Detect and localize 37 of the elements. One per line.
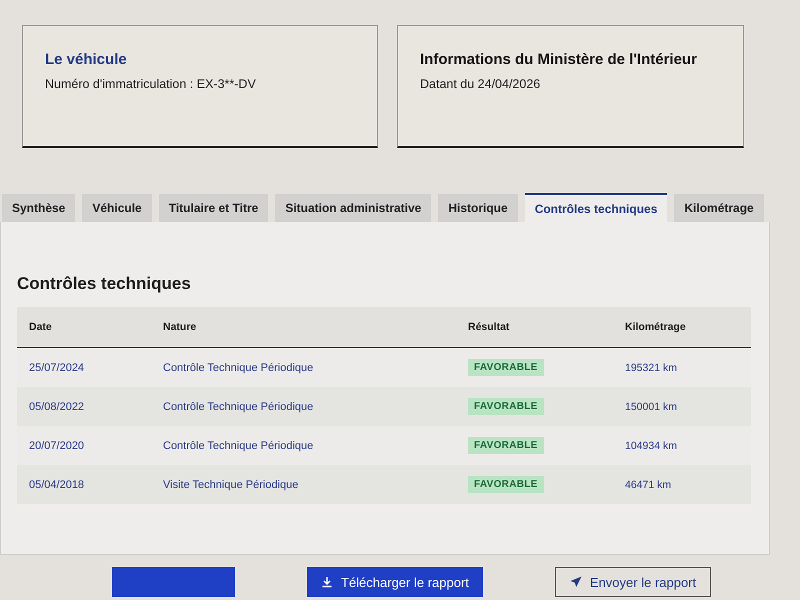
tab[interactable]: Contrôles techniques xyxy=(524,193,668,222)
tab[interactable]: Situation administrative xyxy=(275,194,432,222)
card-text: Numéro d'immatriculation : EX-3**-DV xyxy=(45,77,257,91)
tab[interactable]: Historique xyxy=(438,194,518,222)
card-title: Le véhicule xyxy=(45,51,128,68)
column-header: Kilométrage xyxy=(624,321,687,333)
nature-cell-text: Contrôle Technique Périodique xyxy=(162,362,314,374)
paper-plane-icon xyxy=(570,576,582,588)
column-header: Résultat xyxy=(467,321,510,333)
result-badge: FAVORABLE xyxy=(468,437,544,454)
card-title: Informations du Ministère de l'Intérieur xyxy=(420,51,698,68)
mileage-cell-text: 46471 km xyxy=(624,478,672,490)
result-badge: FAVORABLE xyxy=(468,398,544,415)
date-cell-text: 20/07/2020 xyxy=(28,440,86,452)
mileage-cell-text: 104934 km xyxy=(624,440,678,452)
tab[interactable]: Synthèse xyxy=(2,194,76,222)
result-badge: FAVORABLE xyxy=(468,476,544,493)
mileage-cell-text: 195321 km xyxy=(624,362,678,374)
primary-button[interactable] xyxy=(112,567,235,597)
result-badge: FAVORABLE xyxy=(468,359,544,376)
date-cell-text: 05/04/2018 xyxy=(28,478,86,490)
nature-cell-text: Contrôle Technique Périodique xyxy=(162,440,314,452)
card-text: Datant du 24/04/2026 xyxy=(420,77,542,91)
tab[interactable]: Titulaire et Titre xyxy=(158,194,268,222)
section-title: Contrôles techniques xyxy=(17,274,192,294)
column-header: Nature xyxy=(162,321,198,333)
date-cell-text: 25/07/2024 xyxy=(28,362,86,374)
download-icon xyxy=(321,576,333,588)
tab[interactable]: Véhicule xyxy=(82,194,152,222)
nature-cell-text: Visite Technique Périodique xyxy=(162,478,300,490)
mileage-cell-text: 150001 km xyxy=(624,400,678,412)
tab[interactable]: Kilométrage xyxy=(674,194,764,222)
date-cell-text: 05/08/2022 xyxy=(28,400,86,412)
nature-cell-text: Contrôle Technique Périodique xyxy=(162,400,314,412)
download-button[interactable]: Télécharger le rapport xyxy=(307,567,483,597)
column-header: Date xyxy=(28,321,53,333)
send-button[interactable]: Envoyer le rapport xyxy=(554,567,712,597)
